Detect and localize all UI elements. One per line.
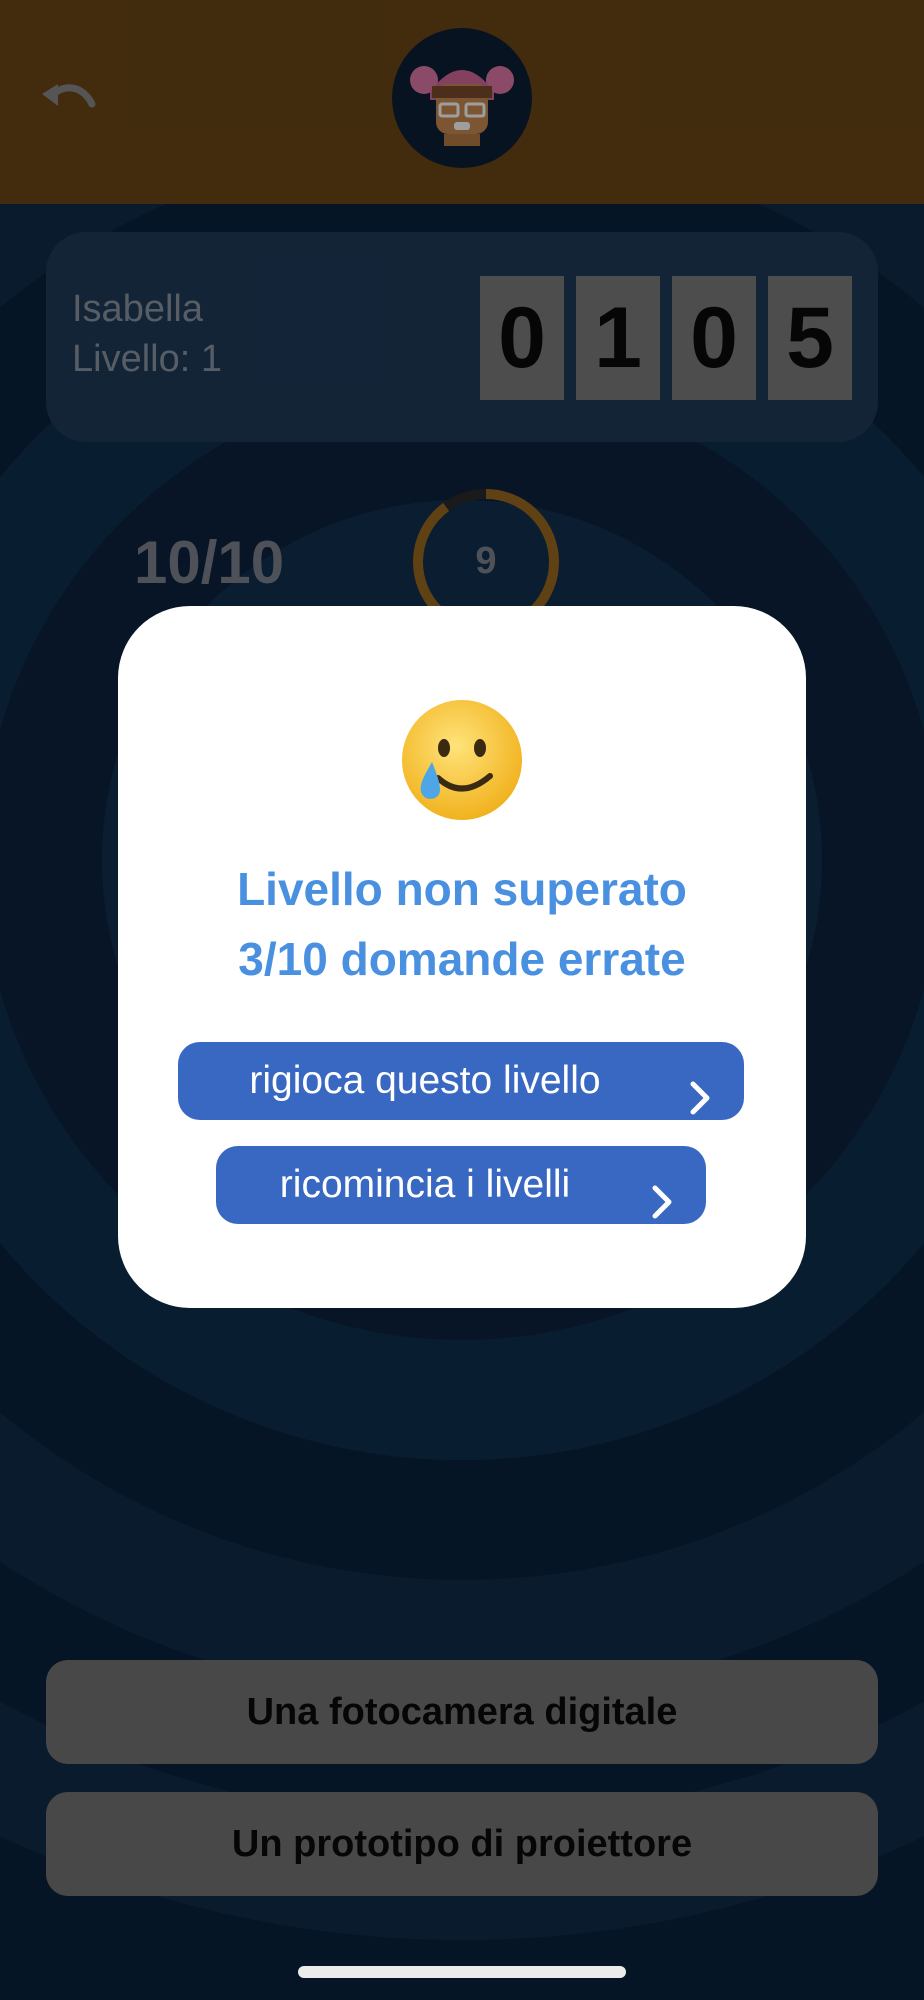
- level-failed-dialog: Livello non superato 3/10 domande errate…: [118, 606, 806, 1308]
- replay-level-label: rigioca questo livello: [249, 1059, 601, 1102]
- chevron-right-icon: [652, 1168, 672, 1219]
- replay-level-button[interactable]: rigioca questo livello: [178, 1042, 744, 1120]
- home-indicator[interactable]: [298, 1966, 626, 1978]
- chevron-right-icon: [690, 1064, 710, 1115]
- smiling-face-with-tear-icon: [398, 696, 526, 824]
- dialog-title: Livello non superato: [237, 863, 687, 915]
- restart-levels-label: ricomincia i livelli: [279, 1163, 571, 1206]
- dialog-subtitle: 3/10 domande errate: [238, 933, 686, 985]
- restart-levels-button[interactable]: ricomincia i livelli: [216, 1146, 706, 1224]
